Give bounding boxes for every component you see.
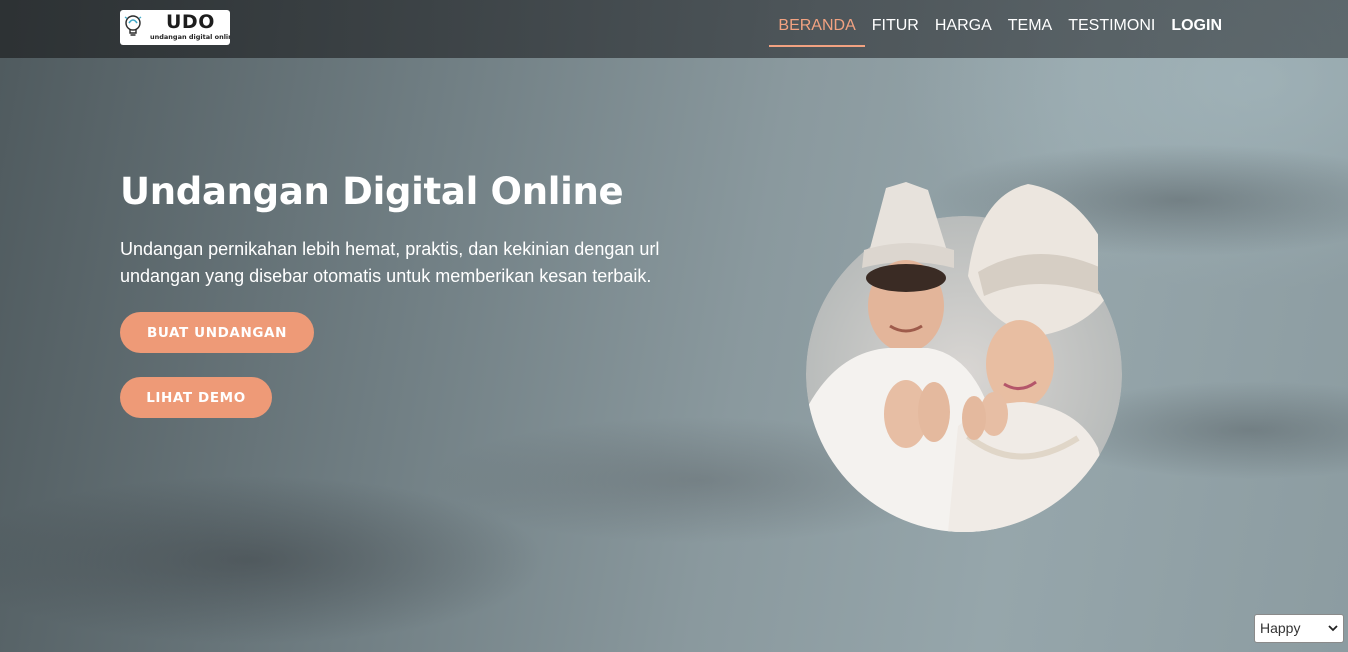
hero-description: Undangan pernikahan lebih hemat, praktis… [120, 239, 660, 286]
logo-title: UDO [166, 11, 215, 33]
theme-select-value: Happy [1260, 620, 1301, 636]
navbar: UDO undangan digital online BERANDA FITU… [0, 0, 1348, 58]
create-invitation-button[interactable]: BUAT UNDANGAN [120, 312, 314, 353]
theme-select[interactable]: Happy [1254, 614, 1344, 643]
nav-item-harga[interactable]: HARGA [935, 0, 992, 35]
site-logo[interactable]: UDO undangan digital online [120, 10, 230, 45]
landing-page: UDO undangan digital online BERANDA FITU… [0, 0, 1348, 652]
chevron-down-icon [1328, 625, 1338, 632]
logo-subtitle: undangan digital online [150, 33, 230, 41]
nav-item-tema[interactable]: TEMA [1008, 0, 1052, 35]
nav-item-login[interactable]: LOGIN [1171, 0, 1222, 35]
lightbulb-icon [124, 15, 142, 36]
hero-title: Undangan Digital Online [120, 170, 624, 213]
nav-item-fitur[interactable]: FITUR [872, 0, 919, 35]
couple-photo [806, 182, 1122, 532]
nav-item-beranda[interactable]: BERANDA [769, 0, 866, 58]
main-nav: BERANDA FITUR HARGA TEMA TESTIMONI LOGIN [769, 0, 1222, 58]
nav-item-testimoni[interactable]: TESTIMONI [1068, 0, 1155, 35]
view-demo-button[interactable]: LIHAT DEMO [120, 377, 272, 418]
